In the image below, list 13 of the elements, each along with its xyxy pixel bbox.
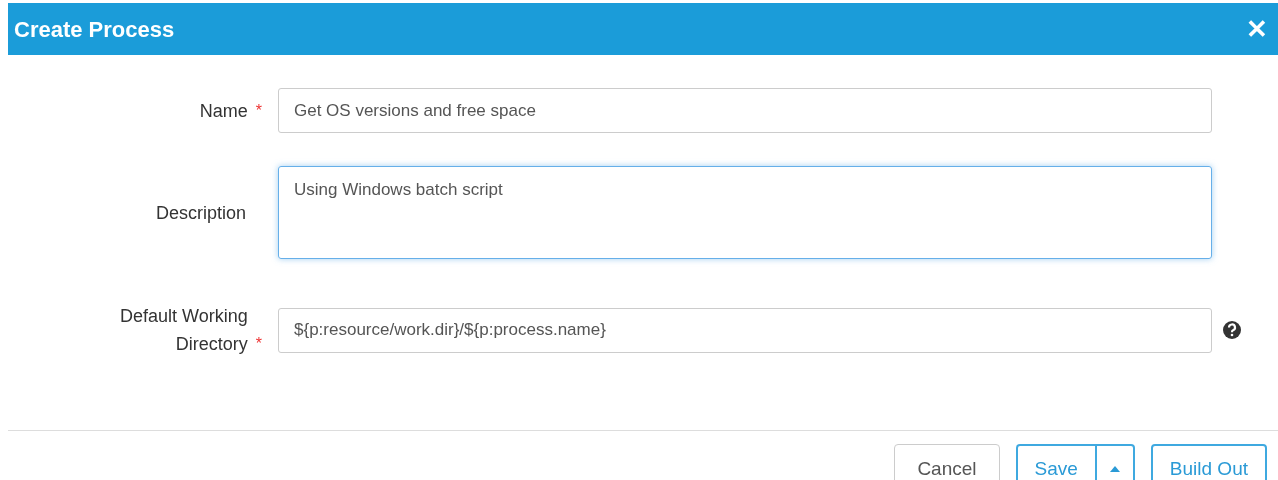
text-field[interactable]: Get OS versions and free space <box>278 88 1212 133</box>
description-field[interactable]: Using Windows batch script <box>278 166 1212 259</box>
dialog-title: Create Process <box>14 15 175 44</box>
cancel-button[interactable]: Cancel <box>894 444 1000 480</box>
caret-icon <box>1109 466 1120 472</box>
required-mark: * <box>255 334 262 354</box>
required-mark: * <box>255 100 262 121</box>
dropdown-toggle[interactable] <box>1096 444 1135 480</box>
help-icon[interactable] <box>1222 320 1242 340</box>
field-label: Description <box>154 201 246 225</box>
text-field[interactable]: ${p:resource/work.dir}/${p:process.name} <box>278 307 1212 353</box>
field-label: Default Working Directory <box>119 305 248 356</box>
field-label: Name <box>198 99 248 123</box>
